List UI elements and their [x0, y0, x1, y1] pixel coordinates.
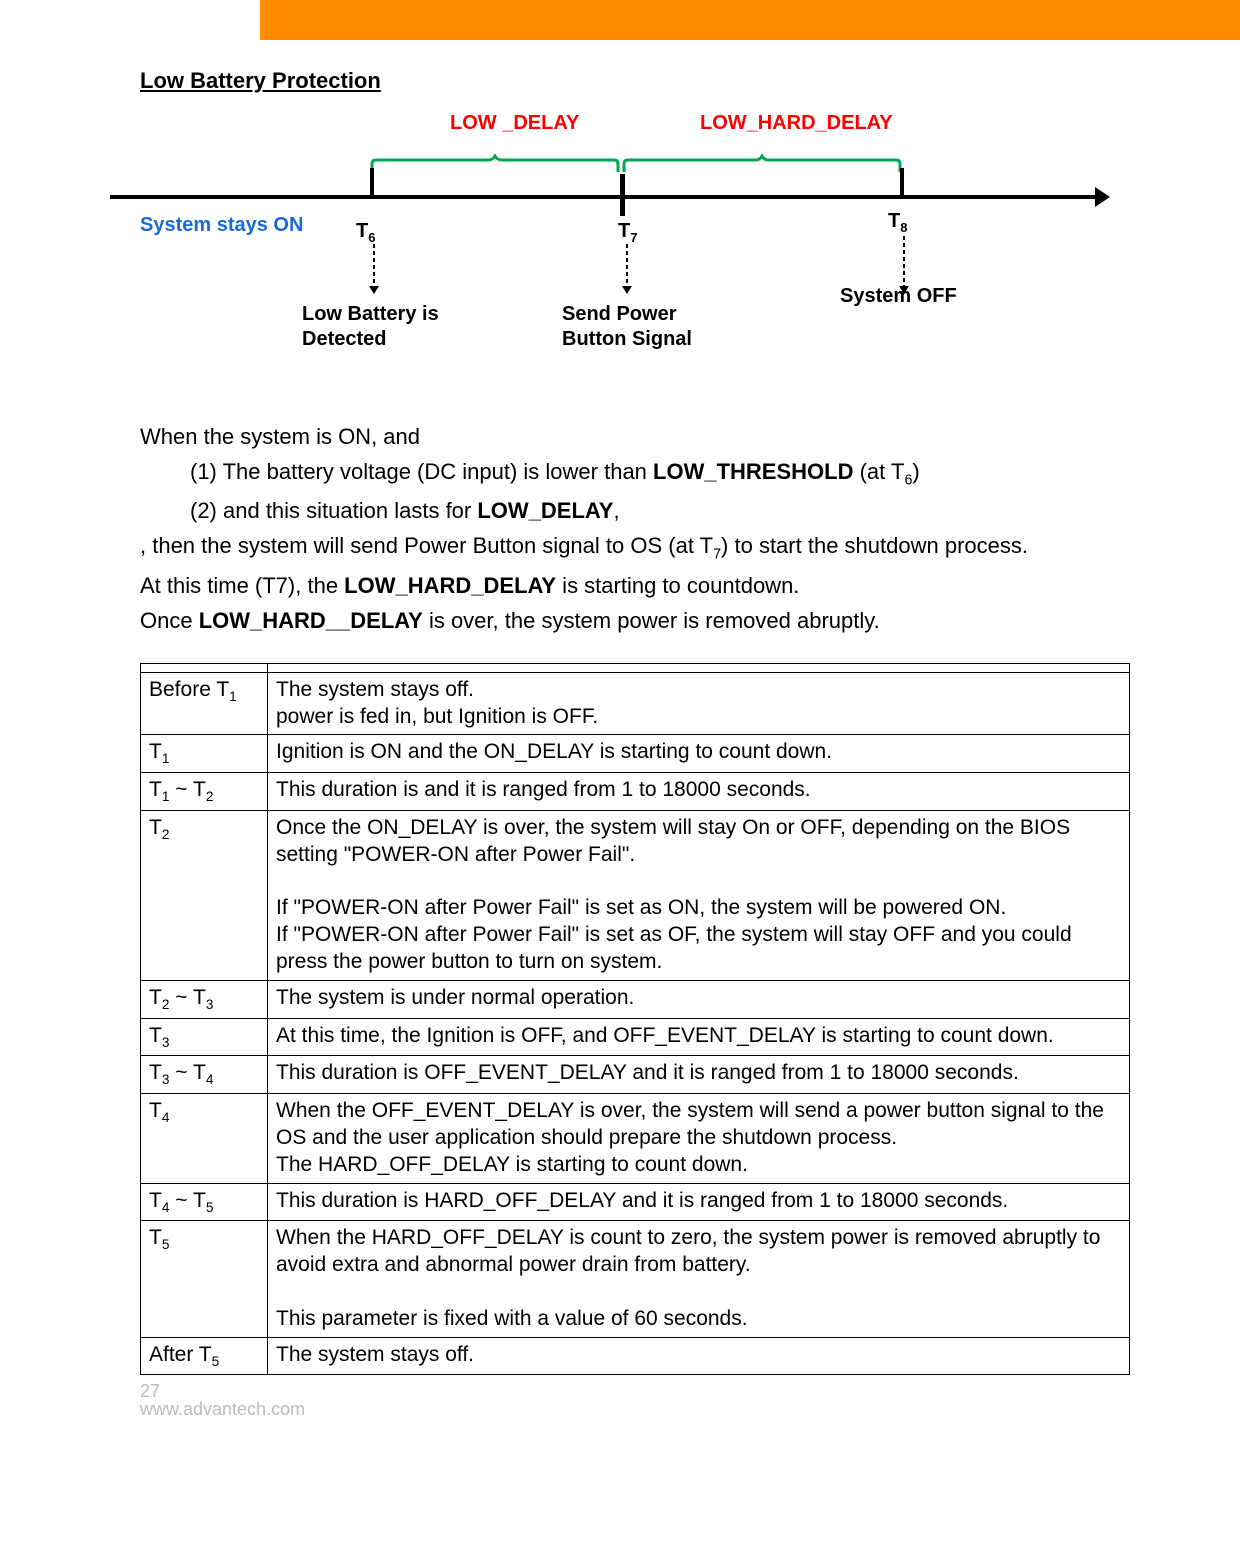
body-line1: When the system is ON, and — [140, 422, 1130, 451]
label-t6: T6 — [356, 220, 375, 245]
header-whitebox — [0, 0, 260, 40]
label-low-hard-delay: LOW_HARD_DELAY — [700, 112, 893, 135]
caption-low-battery: Low Battery is Detected — [302, 302, 472, 352]
tick-t7 — [620, 174, 625, 216]
cell-time: T3 — [141, 1018, 268, 1056]
caption-system-off: System OFF — [840, 284, 980, 309]
tick-t6 — [370, 168, 374, 198]
label-system-stays-on: System stays ON — [140, 214, 303, 237]
cell-time: T4 — [141, 1093, 268, 1183]
table-row: Before T1 The system stays off.power is … — [141, 672, 1130, 735]
table-row: T2 ~ T3 The system is under normal opera… — [141, 980, 1130, 1018]
cell-desc: The system stays off.power is fed in, bu… — [268, 672, 1130, 735]
body-line5: At this time (T7), the LOW_HARD_DELAY is… — [140, 571, 1130, 600]
cell-time: T1 — [141, 735, 268, 773]
arrow-t7 — [621, 244, 633, 292]
cell-desc: This duration is HARD_OFF_DELAY and it i… — [268, 1183, 1130, 1221]
cell-desc: When the OFF_EVENT_DELAY is over, the sy… — [268, 1093, 1130, 1183]
table-row: T1 Ignition is ON and the ON_DELAY is st… — [141, 735, 1130, 773]
body-line4: , then the system will send Power Button… — [140, 531, 1130, 564]
cell-time: Before T1 — [141, 672, 268, 735]
label-t7: T7 — [618, 220, 637, 245]
label-t8: T8 — [888, 210, 907, 235]
footer-brand: www.advantech.com — [140, 1399, 305, 1420]
brace-low-delay — [370, 154, 620, 172]
cell-desc: This duration is OFF_EVENT_DELAY and it … — [268, 1056, 1130, 1094]
cell-time: T4 ~ T5 — [141, 1183, 268, 1221]
cell-desc: At this time, the Ignition is OFF, and O… — [268, 1018, 1130, 1056]
table-row: T1 ~ T2 This duration is and it is range… — [141, 773, 1130, 811]
cell-desc: When the HARD_OFF_DELAY is count to zero… — [268, 1221, 1130, 1338]
cell-desc: This duration is and it is ranged from 1… — [268, 773, 1130, 811]
table-row: T3 ~ T4 This duration is OFF_EVENT_DELAY… — [141, 1056, 1130, 1094]
cell-desc: The system is under normal operation. — [268, 980, 1130, 1018]
cell-time: T1 ~ T2 — [141, 773, 268, 811]
cell-time: T3 ~ T4 — [141, 1056, 268, 1094]
caption-send-power: Send Power Button Signal — [562, 302, 722, 352]
timeline-axis — [110, 182, 1110, 212]
timing-diagram: LOW _DELAY LOW_HARD_DELAY System stays O… — [140, 112, 1100, 392]
table-row: T5 When the HARD_OFF_DELAY is count to z… — [141, 1221, 1130, 1338]
cell-time: After T5 — [141, 1337, 268, 1375]
table-row: T4 When the OFF_EVENT_DELAY is over, the… — [141, 1093, 1130, 1183]
table-row: T2 Once the ON_DELAY is over, the system… — [141, 810, 1130, 980]
header-bar — [0, 0, 1240, 40]
section-title: Low Battery Protection — [140, 68, 1130, 94]
page-footer: 27 www.advantech.com — [0, 1389, 1240, 1419]
body-line3: (2) and this situation lasts for LOW_DEL… — [140, 496, 1130, 525]
arrow-t8 — [898, 236, 910, 284]
cell-time: T2 ~ T3 — [141, 980, 268, 1018]
cell-desc: Once the ON_DELAY is over, the system wi… — [268, 810, 1130, 980]
timing-table: Before T1 The system stays off.power is … — [140, 663, 1130, 1376]
table-row: After T5 The system stays off. — [141, 1337, 1130, 1375]
table-row: T3 At this time, the Ignition is OFF, an… — [141, 1018, 1130, 1056]
arrow-t6 — [368, 244, 380, 292]
table-row: T4 ~ T5 This duration is HARD_OFF_DELAY … — [141, 1183, 1130, 1221]
brace-low-hard-delay — [622, 154, 902, 172]
cell-desc: The system stays off. — [268, 1337, 1130, 1375]
tick-t8 — [900, 168, 904, 198]
page-number: 27 — [140, 1381, 160, 1401]
cell-time: T5 — [141, 1221, 268, 1338]
body-line6: Once LOW_HARD__DELAY is over, the system… — [140, 606, 1130, 635]
cell-desc: Ignition is ON and the ON_DELAY is start… — [268, 735, 1130, 773]
body-line2: (1) The battery voltage (DC input) is lo… — [140, 457, 1130, 490]
label-low-delay: LOW _DELAY — [450, 112, 579, 135]
cell-time: T2 — [141, 810, 268, 980]
